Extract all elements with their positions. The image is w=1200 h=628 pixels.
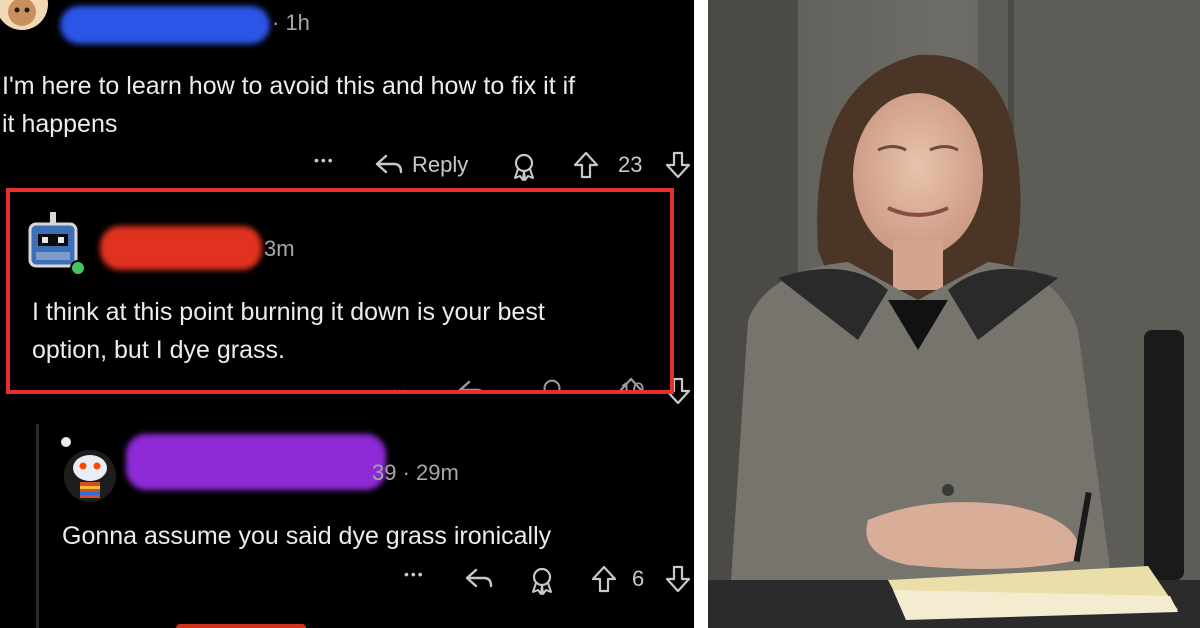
upvote-arrow-icon bbox=[591, 565, 617, 593]
more-icon: ••• bbox=[314, 152, 335, 168]
more-options-button[interactable]: ••• bbox=[314, 152, 335, 168]
more-options-button[interactable]: ••• bbox=[404, 566, 425, 582]
reply-button[interactable]: Reply bbox=[374, 152, 468, 178]
vote-count: 23 bbox=[618, 152, 642, 178]
award-icon bbox=[514, 153, 534, 181]
comment-timestamp: 39 · 29m bbox=[372, 460, 459, 485]
comment-text: Gonna assume you said dye grass ironical… bbox=[62, 522, 552, 550]
downvote-arrow-icon bbox=[665, 565, 691, 593]
upvote-button[interactable] bbox=[590, 564, 618, 594]
robot-avatar[interactable] bbox=[22, 208, 88, 278]
comment-text-line: I'm here to learn how to avoid this and … bbox=[2, 72, 576, 100]
photo-image bbox=[708, 0, 1200, 628]
vote-count-value: 6 bbox=[632, 566, 645, 591]
snoo-avatar[interactable] bbox=[58, 432, 122, 502]
redacted-username bbox=[126, 434, 386, 490]
reply-label: Reply bbox=[412, 152, 469, 177]
next-comment-redaction bbox=[176, 624, 306, 628]
reply-arrow-icon bbox=[375, 154, 403, 174]
avatar[interactable] bbox=[0, 0, 48, 30]
comment-timestamp: · 1h bbox=[272, 10, 310, 35]
comment-text-line: option, but I dye grass. bbox=[32, 336, 285, 364]
award-button[interactable] bbox=[526, 564, 558, 596]
redacted-username bbox=[100, 226, 262, 270]
reply-arrow-icon bbox=[465, 568, 493, 588]
award-icon bbox=[532, 567, 552, 595]
redacted-username bbox=[60, 6, 270, 44]
image-divider bbox=[694, 0, 708, 628]
downvote-arrow-icon bbox=[665, 151, 691, 179]
vote-count: 6 bbox=[632, 566, 644, 592]
comment-timestamp: 3m bbox=[264, 236, 295, 261]
comment-text-line: it happens bbox=[2, 110, 118, 138]
vote-count-value: 23 bbox=[618, 152, 643, 177]
upvote-arrow-icon bbox=[573, 151, 599, 179]
upvote-button[interactable] bbox=[572, 150, 600, 180]
more-icon: ••• bbox=[404, 566, 425, 582]
thread-indent-line bbox=[36, 424, 39, 628]
obscured-row-mask bbox=[380, 392, 665, 406]
comment-text-line: I think at this point burning it down is… bbox=[32, 298, 545, 326]
award-button[interactable] bbox=[508, 150, 540, 182]
downvote-button[interactable] bbox=[664, 564, 692, 594]
downvote-button[interactable] bbox=[664, 150, 692, 180]
reddit-thread-screenshot: · 1h I'm here to learn how to avoid this… bbox=[0, 0, 694, 628]
reply-button[interactable] bbox=[464, 566, 494, 592]
